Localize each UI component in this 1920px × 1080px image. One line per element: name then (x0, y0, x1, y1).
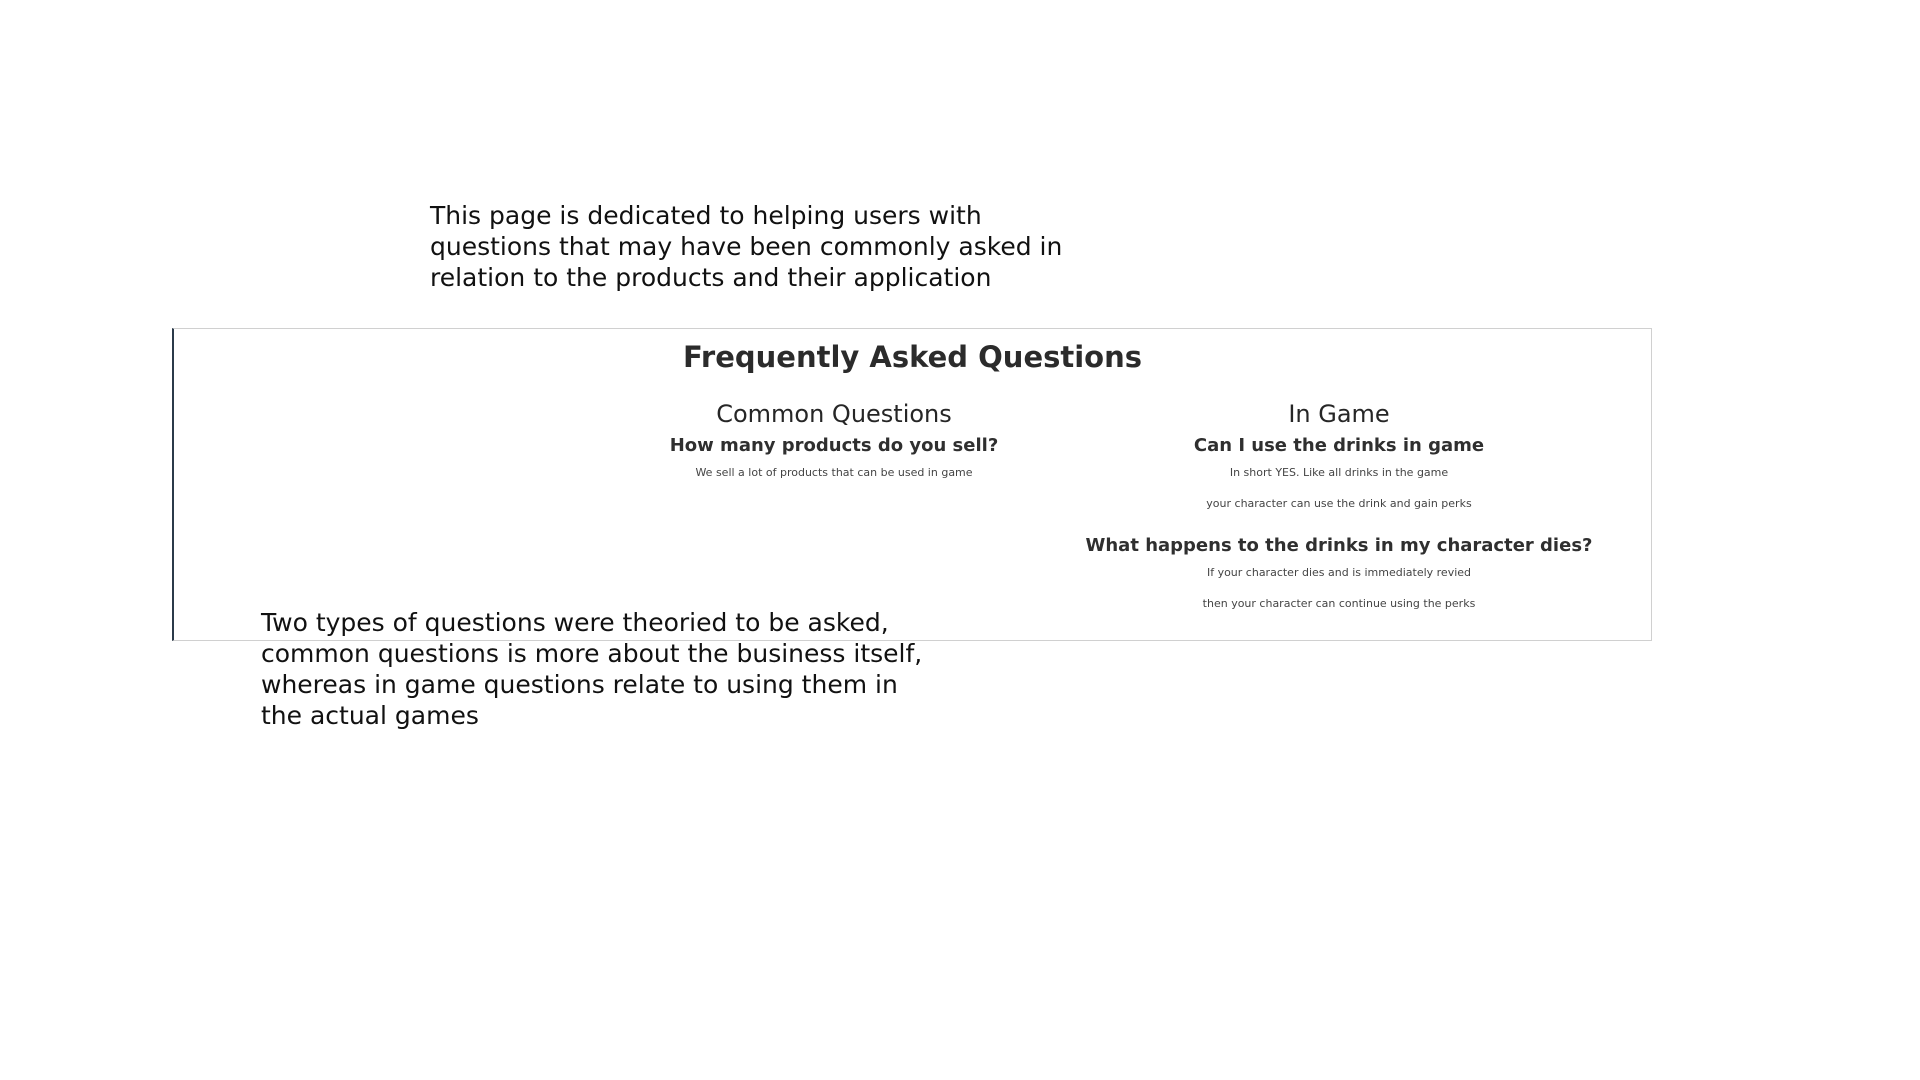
common-questions-column: Common Questions How many products do yo… (554, 399, 1114, 488)
faq-answer: If your character dies and is immediatel… (1206, 566, 1472, 579)
faq-question: How many products do you sell? (669, 435, 999, 456)
intro-annotation: This page is dedicated to helping users … (430, 201, 1063, 292)
faq-question: Can I use the drinks in game (1193, 435, 1485, 456)
in-game-column: In Game Can I use the drinks in game In … (1059, 399, 1619, 619)
faq-question: What happens to the drinks in my charact… (1085, 535, 1593, 556)
faq-answer: your character can use the drink and gai… (1206, 497, 1472, 510)
in-game-heading: In Game (1288, 400, 1390, 428)
faq-answer: then your character can continue using t… (1202, 597, 1476, 610)
common-questions-heading: Common Questions (716, 400, 952, 428)
faq-item: Can I use the drinks in game In short YE… (1059, 433, 1619, 519)
faq-panel: Frequently Asked Questions Common Questi… (172, 328, 1652, 641)
question-types-annotation: Two types of questions were theoried to … (261, 608, 923, 730)
faq-answer: In short YES. Like all drinks in the gam… (1229, 466, 1449, 479)
faq-title: Frequently Asked Questions (682, 340, 1143, 374)
faq-item: How many products do you sell? We sell a… (554, 433, 1114, 488)
faq-answer: We sell a lot of products that can be us… (695, 466, 973, 479)
faq-item: What happens to the drinks in my charact… (1059, 533, 1619, 619)
